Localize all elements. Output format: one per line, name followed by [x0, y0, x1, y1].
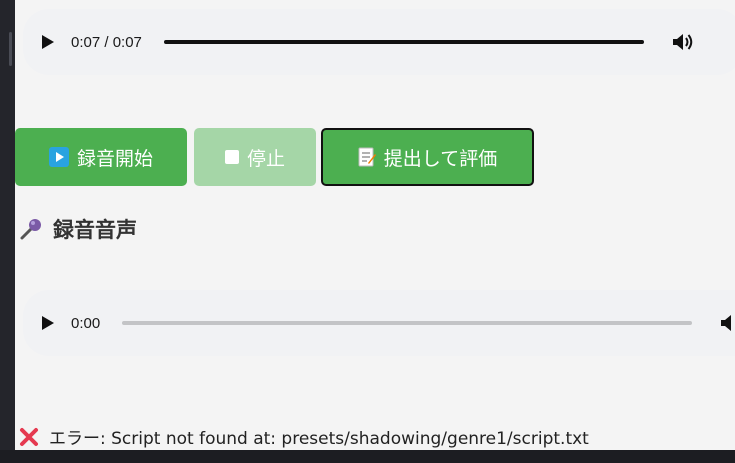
stop-label: 停止 — [246, 147, 285, 170]
audio-time: 0:07 / 0:07 — [71, 33, 142, 51]
audio-seek-bar[interactable] — [163, 40, 644, 44]
error-message: エラー: Script not found at: presets/shadow… — [19, 424, 589, 449]
window-bottom-edge — [0, 450, 735, 463]
stop-square-icon — [224, 150, 239, 164]
recorded-audio-title: 録音音声 — [53, 218, 137, 242]
start-recording-button[interactable]: 録音開始 — [15, 128, 187, 186]
reference-audio-player: 0:07 / 0:07 — [23, 9, 735, 75]
play-button-icon — [48, 147, 69, 167]
recorded-audio-heading: 録音音声 — [19, 214, 137, 244]
app-page: 0:07 / 0:07 録音開始 停止 提出して評価 録音音声 0:00 エラー… — [15, 0, 735, 450]
recorded-audio-player: 0:00 — [23, 290, 735, 356]
submit-evaluate-button[interactable]: 提出して評価 — [321, 128, 534, 186]
submit-evaluate-label: 提出して評価 — [383, 147, 498, 170]
play-icon[interactable] — [33, 308, 63, 338]
play-icon[interactable] — [33, 27, 63, 57]
stop-button[interactable]: 停止 — [194, 128, 316, 186]
audio-time: 0:00 — [71, 314, 101, 332]
memo-icon — [358, 147, 376, 167]
start-recording-label: 録音開始 — [76, 147, 153, 170]
error-text: エラー: Script not found at: presets/shadow… — [49, 429, 589, 449]
audio-seek-bar[interactable] — [122, 321, 693, 325]
scroll-handle[interactable] — [9, 32, 12, 66]
window-left-edge — [0, 0, 15, 463]
volume-icon[interactable] — [668, 27, 698, 57]
volume-icon[interactable] — [716, 308, 735, 338]
microphone-icon — [19, 217, 43, 241]
cross-mark-icon — [19, 427, 39, 447]
